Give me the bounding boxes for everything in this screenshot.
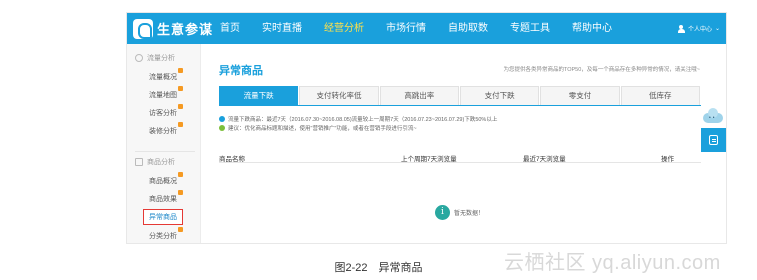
sidebar-divider — [135, 151, 195, 152]
eye-icon — [135, 54, 143, 62]
sidebar-item-visitor-analysis[interactable]: 访客分析 — [149, 104, 183, 118]
new-badge-icon — [178, 104, 183, 109]
sidebar-item-traffic-overview[interactable]: 流量概况 — [149, 68, 183, 82]
new-badge-icon — [178, 122, 183, 127]
page-title: 异常商品 — [219, 65, 263, 77]
column-header-prev-views: 上个周期7天浏览量 — [401, 156, 457, 163]
user-menu-label: 个人中心 — [687, 27, 712, 33]
sidebar-group-product[interactable]: 商品分析 — [135, 157, 175, 167]
logo[interactable]: 生意参谋 — [133, 18, 213, 39]
empty-state: i 暂无数据！ — [435, 205, 484, 220]
figure-caption: 图2-22 异常商品 — [334, 262, 423, 274]
empty-state-text: 暂无数据！ — [454, 211, 485, 217]
sidebar-item-traffic-map[interactable]: 流量地图 — [149, 86, 183, 100]
sidebar: 流量分析 流量概况 流量地图 访客分析 装修分析 商品分析 商品概况 商品效果 — [127, 44, 201, 243]
tab-bar: 流量下跌 支付转化率低 高跳出率 支付下跌 零支付 低库存 — [219, 86, 701, 106]
info-circle-icon: i — [435, 205, 450, 220]
sidebar-item-abnormal-products[interactable]: 异常商品 — [143, 209, 183, 225]
tab-low-stock[interactable]: 低库存 — [620, 86, 700, 105]
tab-traffic-drop[interactable]: 流量下跌 — [219, 86, 299, 105]
notice-text: 建议：优化商品标题和描述，使用"营销推广"功能，或者在营销手段进行引流~ — [228, 126, 417, 132]
sidebar-group-traffic[interactable]: 流量分析 — [135, 53, 175, 63]
app-window: 生意参谋 首页 实时直播 经营分析 市场行情 自助取数 专题工具 帮助中心 个人… — [126, 12, 727, 244]
main-content: 异常商品 为您提供各类异常商品的TOP50，及每一个商品存在多种异常的情况，请关… — [207, 44, 726, 243]
logo-text: 生意参谋 — [157, 22, 214, 37]
logo-icon — [133, 18, 153, 39]
notice-suggestion: 建议：优化商品标题和描述，使用"营销推广"功能，或者在营销手段进行引流~ — [219, 124, 417, 132]
tip-icon — [219, 125, 225, 131]
nav-item-business-analysis[interactable]: 经营分析 — [313, 13, 375, 44]
new-badge-icon — [178, 86, 183, 91]
feedback-icon — [709, 135, 718, 145]
notice-text: 流量下跌商品：最近7天（2016.07.30~2016.08.05)流量较上一周… — [228, 117, 498, 123]
tab-low-conversion[interactable]: 支付转化率低 — [299, 86, 379, 105]
sidebar-item-label: 商品效果 — [149, 196, 177, 203]
sidebar-group-label: 商品分析 — [147, 159, 175, 166]
nav-item-data-fetch[interactable]: 自助取数 — [437, 13, 499, 44]
column-header-recent-views: 最近7天浏览量 — [523, 156, 566, 163]
sidebar-group-label: 流量分析 — [147, 55, 175, 62]
sidebar-item-label: 访客分析 — [149, 110, 177, 117]
nav-item-home[interactable]: 首页 — [209, 13, 251, 44]
nav-item-market[interactable]: 市场行情 — [375, 13, 437, 44]
sidebar-item-label: 分类分析 — [149, 233, 177, 240]
sidebar-item-label: 商品概况 — [149, 178, 177, 185]
sidebar-item-product-effect[interactable]: 商品效果 — [149, 190, 183, 204]
user-menu[interactable]: 个人中心 ⌄ — [677, 13, 720, 44]
chevron-down-icon: ⌄ — [714, 26, 720, 32]
sidebar-item-category-analysis[interactable]: 分类分析 — [149, 227, 183, 241]
nav-item-help[interactable]: 帮助中心 — [561, 13, 623, 44]
page-hint: 为您提供各类异常商品的TOP50，及每一个商品存在多种异常的情况，请关注哦~ — [503, 67, 700, 73]
new-badge-icon — [178, 190, 183, 195]
info-icon — [219, 116, 225, 122]
new-badge-icon — [178, 68, 183, 73]
table-header: 商品名称 上个周期7天浏览量 最近7天浏览量 操作 — [219, 151, 701, 163]
sidebar-item-label: 流量地图 — [149, 92, 177, 99]
new-badge-icon — [178, 172, 183, 177]
tab-high-bounce[interactable]: 高跳出率 — [379, 86, 459, 105]
top-navigation-bar: 生意参谋 首页 实时直播 经营分析 市场行情 自助取数 专题工具 帮助中心 个人… — [127, 13, 726, 44]
sidebar-item-label: 流量概况 — [149, 74, 177, 81]
sidebar-item-decoration-analysis[interactable]: 装修分析 — [149, 122, 183, 136]
product-icon — [135, 158, 143, 166]
sidebar-item-product-overview[interactable]: 商品概况 — [149, 172, 183, 186]
column-header-product: 商品名称 — [219, 156, 245, 163]
sidebar-item-label: 异常商品 — [149, 214, 177, 221]
mascot-cloud-icon[interactable]: •• — [701, 107, 725, 127]
new-badge-icon — [178, 227, 183, 232]
tab-payment-drop[interactable]: 支付下跌 — [459, 86, 540, 105]
cloud-eyes: •• — [709, 115, 717, 121]
sidebar-item-label: 装修分析 — [149, 128, 177, 135]
nav-item-tools[interactable]: 专题工具 — [499, 13, 561, 44]
feedback-button[interactable] — [701, 128, 726, 152]
column-header-action: 操作 — [661, 156, 674, 163]
tab-zero-payment[interactable]: 零支付 — [540, 86, 620, 105]
nav-item-live[interactable]: 实时直播 — [251, 13, 313, 44]
user-icon — [677, 24, 685, 33]
notice-definition: 流量下跌商品：最近7天（2016.07.30~2016.08.05)流量较上一周… — [219, 115, 497, 123]
nav-menu: 首页 实时直播 经营分析 市场行情 自助取数 专题工具 帮助中心 — [209, 13, 623, 44]
